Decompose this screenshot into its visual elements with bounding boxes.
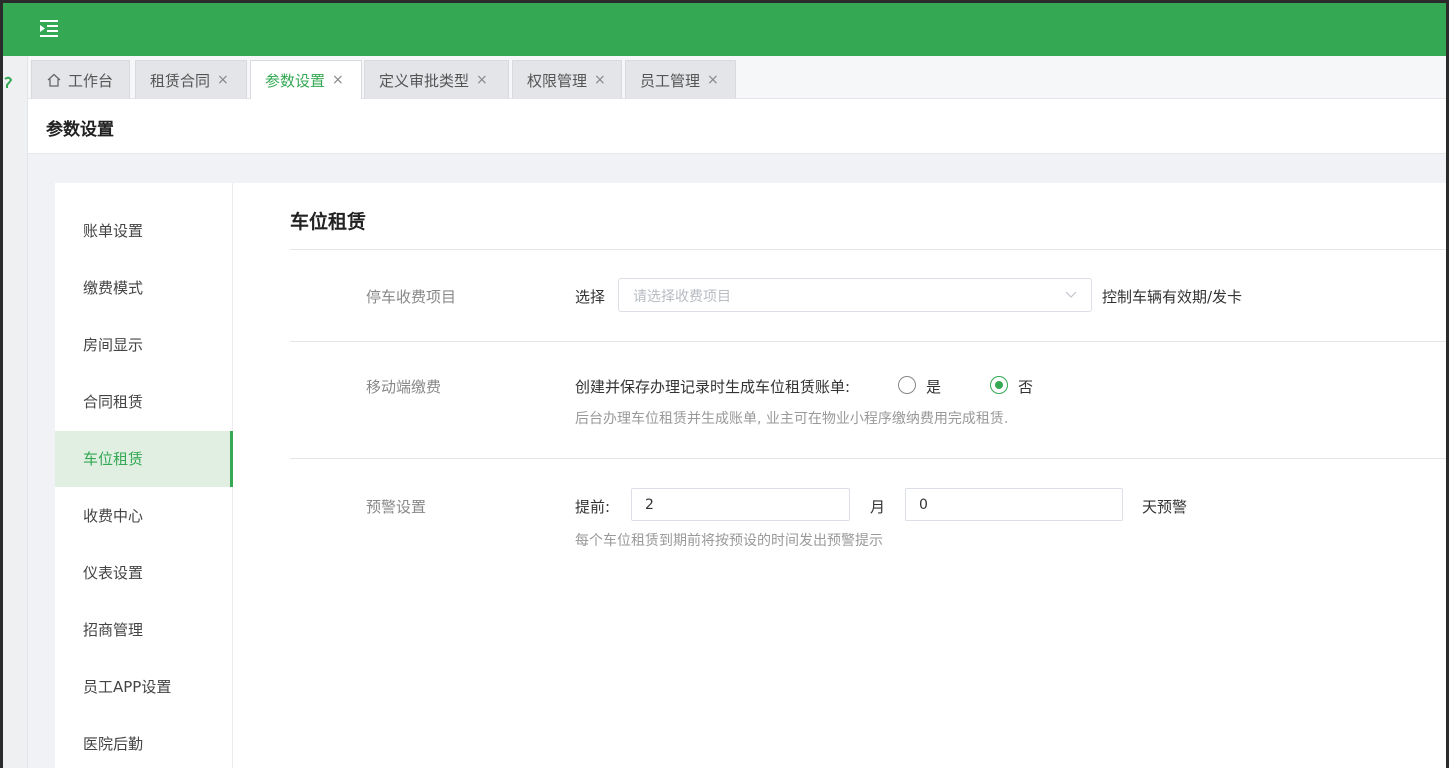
warning-hint: 每个车位租赁到期前将按预设的时间发出预警提示 <box>575 533 883 549</box>
settings-content: 车位租赁 停车收费项目 选择 请选择收费项目 控制车辆有效期/发卡 移动端缴费 … <box>233 183 1446 768</box>
mobile-pay-hint: 后台办理车位租赁并生成账单, 业主可在物业小程序缴纳费用完成租赁. <box>575 411 1009 427</box>
close-icon[interactable]: × <box>476 72 488 88</box>
tab-label: 参数设置 <box>265 71 326 90</box>
warning-days-input[interactable] <box>905 488 1123 521</box>
page-header: 参数设置 <box>28 99 1446 154</box>
divider <box>290 249 1446 250</box>
sidebar-item-hospital-logistics[interactable]: 医院后勤 <box>55 716 233 768</box>
sidebar-item-investment[interactable]: 招商管理 <box>55 602 233 658</box>
settings-card: 账单设置 缴费模式 房间显示 合同租赁 车位租赁 收费中心 仪表设置 招商管理 … <box>55 183 1446 768</box>
sidebar-item-payment-mode[interactable]: 缴费模式 <box>55 260 233 316</box>
sidebar-item-parking-lease[interactable]: 车位租赁 <box>55 431 233 487</box>
warning-prefix: 提前: <box>575 498 611 516</box>
page-title: 参数设置 <box>46 120 114 140</box>
close-icon[interactable]: × <box>217 72 229 88</box>
tab-label: 租赁合同 <box>150 71 211 90</box>
mobile-pay-question: 创建并保存办理记录时生成车位租赁账单: <box>575 378 851 396</box>
tab-approval-types[interactable]: 定义审批类型 × <box>364 60 509 99</box>
app-window: 工作台 租赁合同 × 参数设置 × 定义审批类型 × 权限管理 × 员工管理 ×… <box>3 3 1446 768</box>
menu-fold-icon[interactable] <box>38 17 60 39</box>
top-bar <box>3 3 1446 56</box>
warning-label: 预警设置 <box>366 498 427 516</box>
close-icon[interactable]: × <box>594 72 606 88</box>
tab-label: 工作台 <box>68 71 114 90</box>
days-unit: 天预警 <box>1142 498 1188 516</box>
radio-yes[interactable] <box>898 376 916 394</box>
select-prefix: 选择 <box>575 288 606 306</box>
tab-label: 员工管理 <box>640 71 701 90</box>
tab-permission-management[interactable]: 权限管理 × <box>512 60 622 99</box>
months-unit: 月 <box>870 498 886 516</box>
sidebar-item-billing[interactable]: 账单设置 <box>55 203 233 259</box>
tab-bar: 工作台 租赁合同 × 参数设置 × 定义审批类型 × 权限管理 × 员工管理 × <box>28 56 1446 99</box>
chevron-down-icon <box>1065 291 1077 298</box>
parking-fee-suffix: 控制车辆有效期/发卡 <box>1102 288 1243 306</box>
sidebar-item-meter-settings[interactable]: 仪表设置 <box>55 545 233 601</box>
nav-icon[interactable] <box>3 76 13 90</box>
tab-workbench[interactable]: 工作台 <box>31 60 130 99</box>
parking-fee-label: 停车收费项目 <box>366 288 457 306</box>
section-title: 车位租赁 <box>290 211 367 233</box>
divider <box>290 458 1446 459</box>
radio-no-label[interactable]: 否 <box>1018 376 1033 397</box>
close-icon[interactable]: × <box>332 72 344 88</box>
tab-staff-management[interactable]: 员工管理 × <box>625 60 736 99</box>
radio-yes-label[interactable]: 是 <box>926 376 941 397</box>
tab-parameter-settings[interactable]: 参数设置 × <box>250 60 362 99</box>
collapsed-nav <box>3 56 28 768</box>
radio-no[interactable] <box>990 376 1008 394</box>
settings-sidebar: 账单设置 缴费模式 房间显示 合同租赁 车位租赁 收费中心 仪表设置 招商管理 … <box>55 183 233 768</box>
divider <box>290 341 1446 342</box>
home-icon <box>47 73 61 87</box>
select-placeholder: 请选择收费项目 <box>633 289 731 305</box>
sidebar-item-staff-app[interactable]: 员工APP设置 <box>55 659 233 715</box>
sidebar-item-fee-center[interactable]: 收费中心 <box>55 488 233 544</box>
close-icon[interactable]: × <box>707 72 719 88</box>
warning-months-input[interactable] <box>631 488 850 521</box>
mobile-pay-label: 移动端缴费 <box>366 378 442 396</box>
tab-label: 权限管理 <box>527 71 588 90</box>
sidebar-item-contract-lease[interactable]: 合同租赁 <box>55 374 233 430</box>
fee-item-select[interactable]: 请选择收费项目 <box>618 278 1092 312</box>
tab-label: 定义审批类型 <box>379 71 470 90</box>
sidebar-item-room-display[interactable]: 房间显示 <box>55 317 233 373</box>
tab-lease-contract[interactable]: 租赁合同 × <box>135 60 247 99</box>
